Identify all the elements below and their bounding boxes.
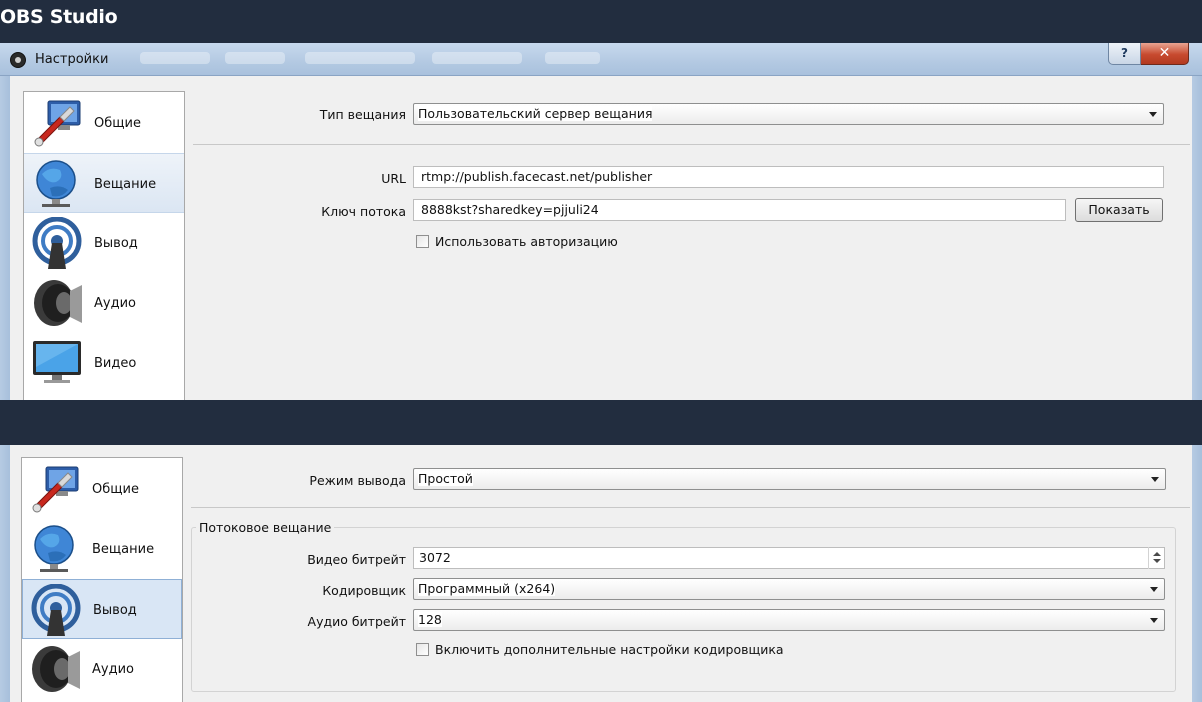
advanced-encoder-label: Включить дополнительные настройки кодиро… (435, 642, 784, 657)
chevron-down-icon (1149, 112, 1157, 117)
general-icon (34, 100, 81, 147)
sidebar-item-label: Вывод (94, 236, 138, 251)
encoder-value: Программный (x264) (418, 581, 556, 596)
background-menu-ghost (432, 52, 522, 64)
window-titlebar[interactable]: Настройки ? ✕ (0, 43, 1202, 76)
window-title: Настройки (35, 52, 109, 67)
audio-bitrate-value: 128 (418, 612, 442, 627)
help-button[interactable]: ? (1108, 43, 1141, 65)
sidebar-item-stream[interactable]: Вещание (24, 153, 184, 213)
spin-down-icon[interactable] (1153, 559, 1161, 563)
service-type-value: Пользовательский сервер вещания (418, 106, 653, 121)
window-frame-left (0, 445, 10, 702)
background-menu-ghost (305, 52, 415, 64)
background-menu-ghost (140, 52, 210, 64)
section-divider (193, 144, 1190, 145)
sidebar-item-label: Общие (92, 482, 139, 497)
streaming-group-title: Потоковое вещание (196, 520, 335, 535)
settings-window-output: Общие Вещание Вывод Аудио Режим вывода П… (0, 445, 1202, 702)
url-label: URL (381, 171, 406, 186)
chevron-down-icon (1150, 587, 1158, 592)
sidebar-item-label: Вещание (92, 542, 155, 557)
output-mode-select[interactable]: Простой (413, 468, 1166, 490)
output-mode-value: Простой (418, 471, 473, 486)
sidebar-item-video[interactable]: Видео (24, 333, 184, 393)
sidebar-item-audio[interactable]: Аудио (24, 273, 184, 333)
url-input[interactable]: rtmp://publish.facecast.net/publisher (413, 166, 1164, 188)
chevron-down-icon (1151, 477, 1159, 482)
video-bitrate-input[interactable]: 3072 (413, 547, 1165, 569)
advanced-encoder-checkbox[interactable] (416, 643, 429, 656)
video-bitrate-value: 3072 (419, 550, 451, 565)
output-broadcast-icon (32, 217, 82, 269)
output-broadcast-icon (31, 584, 81, 636)
window-frame-right (1192, 76, 1202, 400)
stream-globe-icon (34, 525, 74, 572)
video-bitrate-label: Видео битрейт (307, 552, 406, 567)
window-frame-right (1192, 445, 1202, 702)
obs-app-icon (10, 52, 26, 68)
sidebar-item-label: Вывод (93, 603, 137, 618)
show-key-button[interactable]: Показать (1075, 198, 1163, 222)
sidebar-item-output[interactable]: Вывод (22, 579, 182, 639)
use-auth-checkbox[interactable] (416, 235, 429, 248)
close-button[interactable]: ✕ (1141, 43, 1189, 65)
speaker-icon (34, 280, 82, 326)
background-menu-ghost (225, 52, 285, 64)
settings-window-stream: Настройки ? ✕ Общие Вещание Вывод Аудио … (0, 43, 1202, 400)
monitor-icon (33, 341, 81, 383)
general-icon (32, 466, 79, 513)
sidebar-item-label: Видео (94, 356, 137, 371)
chevron-down-icon (1150, 618, 1158, 623)
encoder-select[interactable]: Программный (x264) (413, 578, 1165, 600)
stream-key-input[interactable]: 8888kst?sharedkey=pjjuli24 (413, 199, 1066, 221)
sidebar-item-label: Аудио (94, 296, 136, 311)
service-type-select[interactable]: Пользовательский сервер вещания (413, 103, 1164, 125)
audio-bitrate-select[interactable]: 128 (413, 609, 1165, 631)
encoder-label: Кодировщик (322, 583, 406, 598)
window-frame-left (0, 76, 10, 400)
sidebar-item-label: Аудио (92, 662, 134, 677)
sidebar-item-label: Вещание (94, 177, 157, 192)
sidebar-item-output[interactable]: Вывод (24, 213, 184, 273)
background-menu-ghost (545, 52, 600, 64)
section-divider (191, 507, 1190, 508)
speaker-icon (32, 646, 80, 692)
stream-globe-icon (36, 160, 76, 207)
banner-title: OBS Studio (0, 6, 118, 28)
service-type-label: Тип вещания (319, 107, 406, 122)
sidebar-item-general[interactable]: Общие (24, 93, 184, 153)
audio-bitrate-label: Аудио битрейт (307, 614, 406, 629)
output-mode-label: Режим вывода (309, 473, 406, 488)
sidebar-item-stream[interactable]: Вещание (22, 519, 182, 579)
sidebar-item-general[interactable]: Общие (22, 459, 182, 519)
spin-up-icon[interactable] (1153, 552, 1161, 556)
use-auth-label: Использовать авторизацию (435, 234, 618, 249)
settings-sidebar: Общие Вещание Вывод (21, 457, 183, 702)
sidebar-item-audio[interactable]: Аудио (22, 639, 182, 699)
stream-key-label: Ключ потока (321, 204, 406, 219)
sidebar-item-label: Общие (94, 116, 141, 131)
settings-sidebar: Общие Вещание Вывод (23, 91, 185, 400)
bitrate-spinner[interactable] (1148, 547, 1164, 569)
